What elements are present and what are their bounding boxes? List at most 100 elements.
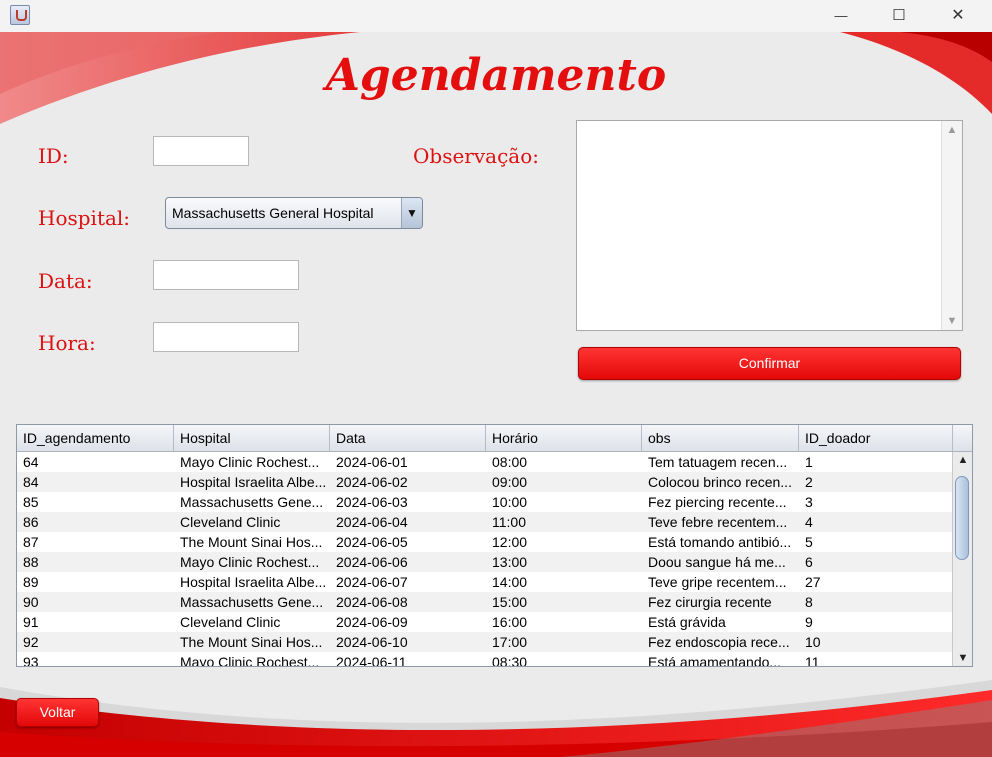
table-cell: 14:00 [492,574,528,590]
voltar-button[interactable]: Voltar [16,698,99,727]
observacao-scrollbar[interactable]: ▲ ▼ [941,121,962,330]
table-cell: 2024-06-09 [336,614,408,630]
scroll-up-icon[interactable]: ▲ [953,454,972,466]
column-header[interactable]: ID_doador [799,425,953,451]
table-cell: 91 [23,614,39,630]
scroll-up-icon[interactable]: ▲ [942,124,962,136]
table-cell: 2024-06-08 [336,594,408,610]
close-button[interactable]: ✕ [935,0,981,30]
observacao-label: Observação: [413,144,539,168]
table-cell: 2024-06-10 [336,634,408,650]
hospital-select[interactable]: Massachusetts General Hospital ▼ [165,197,423,229]
table-cell: 17:00 [492,634,528,650]
column-header[interactable]: Hospital [174,425,330,451]
table-cell: 92 [23,634,39,650]
table-cell: 2024-06-03 [336,494,408,510]
column-header[interactable]: Data [330,425,486,451]
column-header[interactable]: ID_agendamento [17,425,174,451]
table-cell: Cleveland Clinic [180,614,281,630]
table-cell: 1 [805,454,813,470]
data-field[interactable] [153,260,299,290]
table-row[interactable]: 85 Massachusetts Gene... 2024-06-03 10:00 Fe… [17,492,953,512]
table-cell: The Mount Sinai Hos... [180,534,323,550]
id-field[interactable] [153,136,249,166]
column-header[interactable]: Horário [486,425,642,451]
title-bar: — ☐ ✕ [0,0,992,32]
table-cell: 87 [23,534,39,550]
table-cell: 12:00 [492,534,528,550]
table-header: ID_agendamento Hospital Data Horário obs… [17,425,972,452]
page-title: Agendamento [325,50,667,101]
table-scrollbar[interactable]: ▲ ▼ [952,452,972,666]
app-canvas: Agendamento ID: Hospital: Massachusetts … [0,32,992,757]
java-app-icon [10,5,30,25]
table-cell: Teve febre recentem... [648,514,788,530]
table-cell: 88 [23,554,39,570]
table-cell: 10:00 [492,494,528,510]
table-cell: 90 [23,594,39,610]
table-row[interactable]: 88 Mayo Clinic Rochest... 2024-06-06 13:00 D… [17,552,953,572]
table-cell: 2024-06-05 [336,534,408,550]
table-cell: Doou sangue há me... [648,554,786,570]
table-cell: Colocou brinco recen... [648,474,792,490]
table-row[interactable]: 84 Hospital Israelita Albe... 2024-06-02 09… [17,472,953,492]
chevron-down-icon[interactable]: ▼ [401,198,422,228]
table-cell: Hospital Israelita Albe... [180,474,327,490]
table-cell: 85 [23,494,39,510]
confirmar-button[interactable]: Confirmar [578,347,961,380]
table-cell: Mayo Clinic Rochest... [180,454,320,470]
table-cell: Está tomando antibió... [648,534,792,550]
scroll-down-icon[interactable]: ▼ [953,652,972,664]
table-cell: 89 [23,574,39,590]
scrollbar-thumb[interactable] [955,476,969,560]
table-cell: 13:00 [492,554,528,570]
hora-label: Hora: [38,331,96,355]
table-cell: 6 [805,554,813,570]
table-cell: 2024-06-06 [336,554,408,570]
agendamentos-table: ID_agendamento Hospital Data Horário obs… [16,424,973,667]
table-cell: 2024-06-01 [336,454,408,470]
column-header[interactable]: obs [642,425,799,451]
table-cell: 11:00 [492,514,526,530]
table-cell: Hospital Israelita Albe... [180,574,327,590]
table-cell: 2024-06-11 [336,654,407,667]
table-row[interactable]: 90 Massachusetts Gene... 2024-06-08 15:00 Fe… [17,592,953,612]
table-cell: Mayo Clinic Rochest... [180,654,320,667]
table-cell: 9 [805,614,813,630]
table-cell: 08:00 [492,454,528,470]
table-cell: Fez endoscopia rece... [648,634,790,650]
table-cell: The Mount Sinai Hos... [180,634,323,650]
maximize-icon: ☐ [892,7,906,24]
table-row[interactable]: 93 Mayo Clinic Rochest... 2024-06-11 08:30 E… [17,652,953,667]
table-row[interactable]: 64 Mayo Clinic Rochest... 2024-06-01 08:00 T… [17,452,953,472]
data-label: Data: [38,269,93,293]
scroll-down-icon[interactable]: ▼ [942,315,962,327]
table-cell: 5 [805,534,813,550]
hospital-label: Hospital: [38,206,131,230]
close-icon: ✕ [951,7,965,24]
maximize-button[interactable]: ☐ [876,0,922,30]
table-cell: 09:00 [492,474,528,490]
table-cell: 10 [805,634,821,650]
table-row[interactable]: 89 Hospital Israelita Albe... 2024-06-07 14… [17,572,953,592]
table-cell: Está grávida [648,614,726,630]
minimize-button[interactable]: — [818,0,864,30]
hora-field[interactable] [153,322,299,352]
table-cell: 3 [805,494,813,510]
table-cell: Cleveland Clinic [180,514,281,530]
table-cell: 16:00 [492,614,528,630]
table-cell: 2024-06-04 [336,514,408,530]
id-label: ID: [38,144,69,168]
table-row[interactable]: 86 Cleveland Clinic 2024-06-04 11:00 Teve fe… [17,512,953,532]
table-cell: 93 [23,654,39,667]
table-cell: 86 [23,514,39,530]
table-row[interactable]: 87 The Mount Sinai Hos... 2024-06-05 12:00 E… [17,532,953,552]
table-cell: 64 [23,454,39,470]
observacao-textarea[interactable]: ▲ ▼ [576,120,963,331]
table-cell: 27 [805,574,821,590]
table-row[interactable]: 92 The Mount Sinai Hos... 2024-06-10 17:00 F… [17,632,953,652]
table-cell: 8 [805,594,813,610]
table-cell: 15:00 [492,594,528,610]
table-row[interactable]: 91 Cleveland Clinic 2024-06-09 16:00 Está gr… [17,612,953,632]
table-cell: Mayo Clinic Rochest... [180,554,320,570]
